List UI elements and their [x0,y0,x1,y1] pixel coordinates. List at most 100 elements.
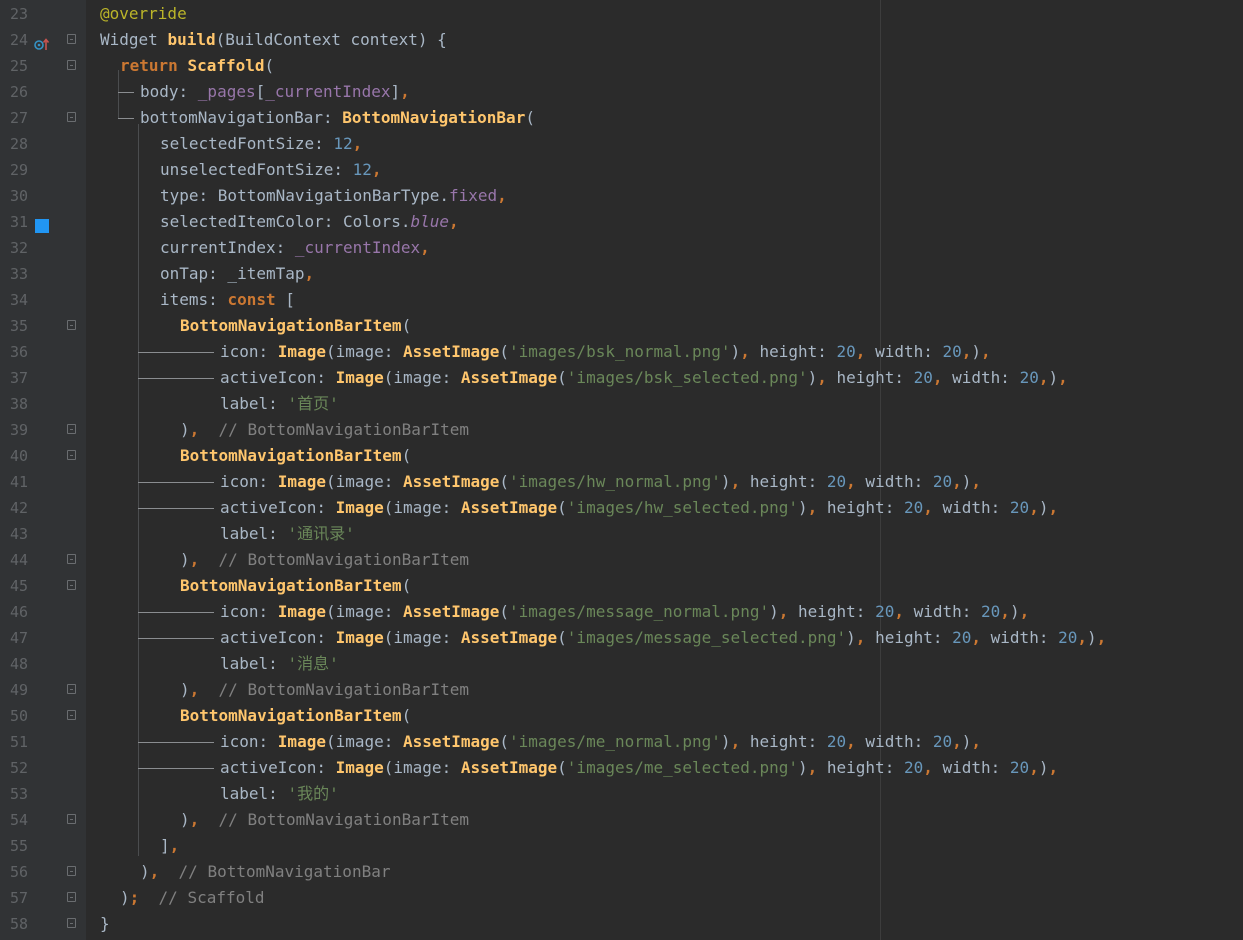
code-line[interactable]: 58} [0,911,1243,937]
code-text[interactable]: unselectedFontSize: 12, [160,161,382,179]
code-text[interactable]: type: BottomNavigationBarType.fixed, [160,187,507,205]
code-line[interactable]: 26 body: _pages[_currentIndex], [0,79,1243,105]
code-line[interactable]: 44), // BottomNavigationBarItem [0,547,1243,573]
code-line[interactable]: 33 onTap: _itemTap, [0,261,1243,287]
code-text[interactable]: ); // Scaffold [120,889,265,907]
code-line[interactable]: 55], [0,833,1243,859]
code-text[interactable]: icon: Image(image: AssetImage('images/bs… [220,343,991,361]
code-line[interactable]: 24 Widget build(BuildContext context) { [0,27,1243,53]
token: (image: [325,342,404,361]
token: selectedItemColor: Colors. [160,212,411,231]
fold-collapse-icon[interactable] [67,450,76,460]
token: , [730,732,750,751]
code-text[interactable]: bottomNavigationBar: BottomNavigationBar… [140,109,535,127]
code-text[interactable]: activeIcon: Image(image: AssetImage('ima… [220,369,1068,387]
fold-end-icon[interactable] [67,424,76,434]
code-text[interactable]: selectedItemColor: Colors.blue, [160,213,459,231]
line-number: 55 [9,837,28,855]
code-text[interactable]: currentIndex: _currentIndex, [160,239,430,257]
token: return [120,56,188,75]
code-line[interactable]: 32 currentIndex: _currentIndex, [0,235,1243,261]
token: body: [140,82,198,101]
code-text[interactable]: } [100,915,110,933]
fold-end-icon[interactable] [67,918,76,928]
code-line[interactable]: 27 bottomNavigationBar: BottomNavigationB… [0,105,1243,131]
token: selectedFontSize: [160,134,334,153]
token: , [846,732,866,751]
code-text[interactable]: @override [100,5,187,23]
fold-end-icon[interactable] [67,892,76,902]
code-line[interactable]: 54), // BottomNavigationBarItem [0,807,1243,833]
code-text[interactable]: ), // BottomNavigationBar [140,863,390,881]
code-text[interactable]: BottomNavigationBarItem( [180,707,411,725]
fold-collapse-icon[interactable] [67,710,76,720]
code-text[interactable]: body: _pages[_currentIndex], [140,83,410,101]
code-line[interactable]: 31 selectedItemColor: Colors.blue, [0,209,1243,235]
code-text[interactable]: activeIcon: Image(image: AssetImage('ima… [220,759,1058,777]
token: width: [865,472,933,491]
code-line[interactable]: 49), // BottomNavigationBarItem [0,677,1243,703]
code-line[interactable]: 45 BottomNavigationBarItem( [0,573,1243,599]
code-line[interactable]: 38 label: '首页' [0,391,1243,417]
fold-end-icon[interactable] [67,684,76,694]
fold-collapse-icon[interactable] [67,320,76,330]
token: ; [129,888,159,907]
code-text[interactable]: return Scaffold( [120,57,274,75]
code-line[interactable]: 40 BottomNavigationBarItem( [0,443,1243,469]
code-text[interactable]: icon: Image(image: AssetImage('images/me… [220,733,981,751]
code-text[interactable]: label: '消息' [220,655,339,673]
token: ) [1009,602,1020,621]
code-text[interactable]: ), // BottomNavigationBarItem [180,811,469,829]
code-line[interactable]: 50 BottomNavigationBarItem( [0,703,1243,729]
code-line[interactable]: 30 type: BottomNavigationBarType.fixed, [0,183,1243,209]
fold-collapse-icon[interactable] [67,580,76,590]
code-text[interactable]: ), // BottomNavigationBarItem [180,551,469,569]
token: , [1058,368,1068,387]
code-line[interactable]: 35 BottomNavigationBarItem( [0,313,1243,339]
code-line[interactable]: 39), // BottomNavigationBarItem [0,417,1243,443]
token: // BottomNavigationBarItem [218,810,469,829]
code-text[interactable]: icon: Image(image: AssetImage('images/me… [220,603,1029,621]
code-text[interactable]: activeIcon: Image(image: AssetImage('ima… [220,629,1106,647]
code-line[interactable]: 57); // Scaffold [0,885,1243,911]
fold-end-icon[interactable] [67,554,76,564]
line-number: 48 [9,655,28,673]
fold-end-icon[interactable] [67,866,76,876]
fold-collapse-icon[interactable] [67,112,76,122]
code-line[interactable]: 29 unselectedFontSize: 12, [0,157,1243,183]
code-line[interactable]: 23 @override [0,1,1243,27]
fold-collapse-icon[interactable] [67,60,76,70]
code-text[interactable]: label: '我的' [220,785,339,803]
token: label: [220,654,288,673]
code-text[interactable]: ], [160,837,179,855]
code-text[interactable]: activeIcon: Image(image: AssetImage('ima… [220,499,1058,517]
code-editor[interactable]: 23 @override 24 Widget build(BuildContext c… [0,0,1243,940]
code-line[interactable]: 28 selectedFontSize: 12, [0,131,1243,157]
code-line[interactable]: 56), // BottomNavigationBar [0,859,1243,885]
line-number: 31 [9,213,28,231]
code-text[interactable]: items: const [ [160,291,295,309]
line-number: 34 [9,291,28,309]
code-text[interactable]: selectedFontSize: 12, [160,135,362,153]
code-text[interactable]: ), // BottomNavigationBarItem [180,681,469,699]
code-text[interactable]: BottomNavigationBarItem( [180,317,411,335]
code-text[interactable]: onTap: _itemTap, [160,265,314,283]
fold-collapse-icon[interactable] [67,34,76,44]
code-line[interactable]: 34 items: const [ [0,287,1243,313]
code-text[interactable]: BottomNavigationBarItem( [180,447,411,465]
line-number: 26 [9,83,28,101]
code-text[interactable]: ), // BottomNavigationBarItem [180,421,469,439]
code-text[interactable]: BottomNavigationBarItem( [180,577,411,595]
code-line[interactable]: 25 return Scaffold( [0,53,1243,79]
code-line[interactable]: 53 label: '我的' [0,781,1243,807]
token: ) [140,862,150,881]
code-line[interactable]: 48 label: '消息' [0,651,1243,677]
code-text[interactable]: icon: Image(image: AssetImage('images/hw… [220,473,981,491]
code-line[interactable]: 43 label: '通讯录' [0,521,1243,547]
code-text[interactable]: label: '首页' [220,395,339,413]
token: ) [730,342,741,361]
fold-end-icon[interactable] [67,814,76,824]
token: (image: [383,498,461,517]
code-text[interactable]: label: '通讯录' [220,525,355,543]
code-text[interactable]: Widget build(BuildContext context) { [100,31,447,49]
